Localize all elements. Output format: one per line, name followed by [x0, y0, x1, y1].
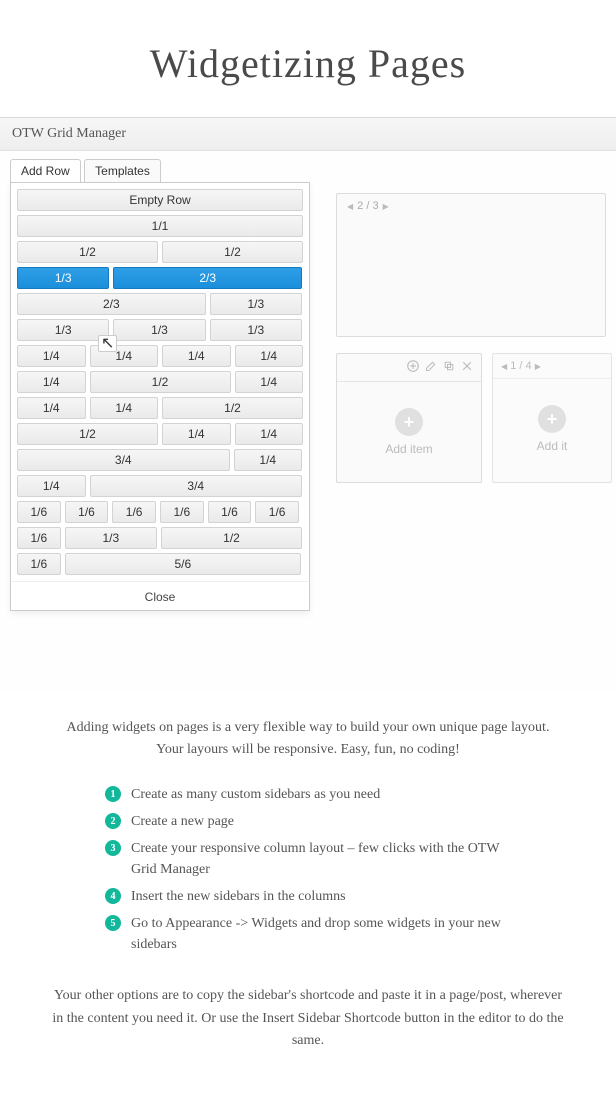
layout-1-1[interactable]: 1/1	[17, 215, 303, 237]
steps-list: 1 Create as many custom sidebars as you n…	[105, 784, 511, 961]
add-icon[interactable]	[407, 360, 419, 375]
tabs-bar: Add Row Templates	[0, 151, 616, 182]
page-title: Widgetizing Pages	[0, 40, 616, 87]
layout-34-14-a[interactable]: 3/4	[17, 449, 230, 471]
tab-templates[interactable]: Templates	[84, 159, 161, 182]
layout-1-3-c[interactable]: 1/3	[210, 319, 302, 341]
plus-icon: +	[538, 405, 566, 433]
layout-1-4-b[interactable]: 1/4	[90, 345, 159, 367]
layout-16x6-c[interactable]: 1/6	[112, 501, 156, 523]
step-number-badge: 4	[105, 888, 121, 904]
pager-side: 1 / 4	[510, 360, 531, 372]
chevron-left-icon[interactable]: ◀	[347, 202, 353, 211]
grid-manager-panel: OTW Grid Manager Add Row Templates Empty…	[0, 117, 616, 691]
chevron-left-icon[interactable]: ◀	[501, 362, 507, 371]
layout-14-34-b[interactable]: 3/4	[90, 475, 303, 497]
step-text: Create a new page	[131, 811, 234, 832]
add-item-label-partial: Add it	[537, 439, 568, 453]
add-item-button[interactable]: + Add item	[337, 382, 481, 482]
panel-title: OTW Grid Manager	[0, 118, 616, 151]
layout-14-12-14-b[interactable]: 1/2	[90, 371, 231, 393]
layout-16x6-b[interactable]: 1/6	[65, 501, 109, 523]
outro-paragraph: Your other options are to copy the sideb…	[0, 961, 616, 1092]
step-text: Create as many custom sidebars as you ne…	[131, 784, 380, 805]
step-text: Insert the new sidebars in the columns	[131, 886, 346, 907]
layout-12-14-14-b[interactable]: 1/4	[162, 423, 231, 445]
layout-12-14-14-c[interactable]: 1/4	[235, 423, 304, 445]
step-item: 2 Create a new page	[105, 811, 511, 832]
row-layout-dropdown: Empty Row 1/1 1/2 1/2 1/3 2/3 2/3 1/3	[10, 182, 310, 611]
step-number-badge: 1	[105, 786, 121, 802]
layout-34-14-b[interactable]: 1/4	[234, 449, 303, 471]
layout-14-14-12-a[interactable]: 1/4	[17, 397, 86, 419]
duplicate-icon[interactable]	[443, 360, 455, 375]
layout-14-34-a[interactable]: 1/4	[17, 475, 86, 497]
layout-1-4-a[interactable]: 1/4	[17, 345, 86, 367]
plus-icon: +	[395, 408, 423, 436]
intro-paragraph: Adding widgets on pages is a very flexib…	[0, 691, 616, 760]
layout-1-4-c[interactable]: 1/4	[162, 345, 231, 367]
chevron-right-icon[interactable]: ▶	[535, 362, 541, 371]
layout-12-14-14-a[interactable]: 1/2	[17, 423, 158, 445]
layout-16x6-d[interactable]: 1/6	[160, 501, 204, 523]
layout-1-2-b[interactable]: 1/2	[162, 241, 303, 263]
layout-14-14-12-b[interactable]: 1/4	[90, 397, 159, 419]
step-item: 4 Insert the new sidebars in the columns	[105, 886, 511, 907]
layout-16x6-e[interactable]: 1/6	[208, 501, 252, 523]
step-number-badge: 5	[105, 915, 121, 931]
pager-top: 2 / 3	[357, 200, 378, 212]
step-text: Go to Appearance -> Widgets and drop som…	[131, 913, 511, 955]
grid-column-partial: ◀ 1 / 4 ▶ + Add it	[492, 353, 612, 483]
layout-1-3-b[interactable]: 1/3	[113, 319, 205, 341]
step-item: 3 Create your responsive column layout – …	[105, 838, 511, 880]
layout-1-4-d[interactable]: 1/4	[235, 345, 304, 367]
layout-14-14-12-c[interactable]: 1/2	[162, 397, 303, 419]
step-number-badge: 3	[105, 840, 121, 856]
add-item-button-partial[interactable]: + Add it	[493, 379, 611, 479]
layout-1-3[interactable]: 1/3	[210, 293, 302, 315]
step-text: Create your responsive column layout – f…	[131, 838, 511, 880]
layout-empty-row[interactable]: Empty Row	[17, 189, 303, 211]
layout-16x6-f[interactable]: 1/6	[255, 501, 299, 523]
layout-2-3-selected[interactable]: 2/3	[113, 267, 302, 289]
layout-14-12-14-a[interactable]: 1/4	[17, 371, 86, 393]
add-item-label: Add item	[385, 442, 432, 456]
layout-16-13-12-b[interactable]: 1/3	[65, 527, 157, 549]
grid-canvas: ◀ 2 / 3 ▶	[336, 193, 616, 483]
step-item: 1 Create as many custom sidebars as you n…	[105, 784, 511, 805]
step-item: 5 Go to Appearance -> Widgets and drop so…	[105, 913, 511, 955]
step-number-badge: 2	[105, 813, 121, 829]
layout-16-13-12-a[interactable]: 1/6	[17, 527, 61, 549]
layout-16-13-12-c[interactable]: 1/2	[161, 527, 302, 549]
layout-1-3-selected[interactable]: 1/3	[17, 267, 109, 289]
layout-14-12-14-c[interactable]: 1/4	[235, 371, 304, 393]
layout-16x6-a[interactable]: 1/6	[17, 501, 61, 523]
layout-1-3-a[interactable]: 1/3	[17, 319, 109, 341]
edit-icon[interactable]	[425, 360, 437, 375]
chevron-right-icon[interactable]: ▶	[383, 202, 389, 211]
layout-2-3[interactable]: 2/3	[17, 293, 206, 315]
layout-16-56-b[interactable]: 5/6	[65, 553, 301, 575]
close-icon[interactable]	[461, 360, 473, 375]
grid-column-card: + Add item	[336, 353, 482, 483]
layout-16-56-a[interactable]: 1/6	[17, 553, 61, 575]
layout-1-2-a[interactable]: 1/2	[17, 241, 158, 263]
tab-add-row[interactable]: Add Row	[10, 159, 81, 182]
close-button[interactable]: Close	[11, 581, 309, 610]
